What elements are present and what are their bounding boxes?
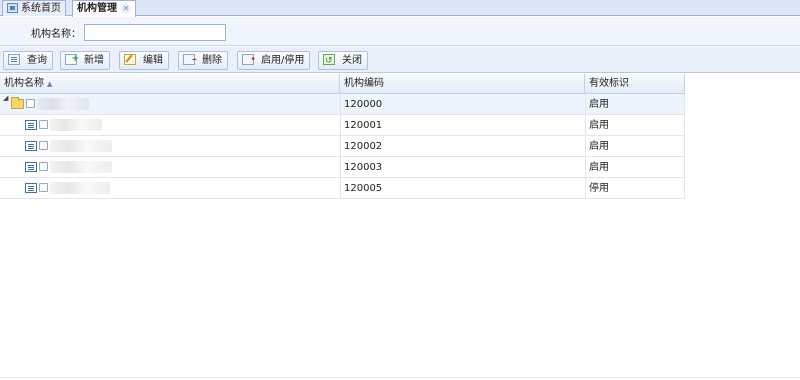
close-tab-icon[interactable]: ✕: [121, 4, 131, 14]
tab-bar: 系统首页 机构管理 ✕: [0, 0, 800, 17]
toolbar: 查询 新增 编辑 删除 启用/停用 关闭: [0, 47, 800, 73]
org-name-redacted: [50, 140, 112, 152]
status-flag: 启用: [589, 120, 609, 131]
delete-button[interactable]: 删除: [178, 51, 228, 70]
add-label: 新增: [84, 55, 104, 66]
row-checkbox[interactable]: [26, 99, 35, 108]
query-icon: [8, 54, 20, 65]
close-label: 关闭: [342, 55, 362, 66]
org-code: 120002: [344, 141, 383, 152]
column-header-name[interactable]: 机构名称 ▲: [0, 74, 340, 94]
query-button[interactable]: 查询: [3, 51, 53, 70]
status-flag: 启用: [589, 99, 609, 110]
org-name-label: 机构名称：: [31, 29, 81, 40]
org-code: 120001: [344, 120, 383, 131]
toggle-status-button[interactable]: 启用/停用: [237, 51, 311, 70]
query-label: 查询: [27, 55, 47, 66]
row-checkbox[interactable]: [39, 162, 48, 171]
tab-org-management[interactable]: 机构管理 ✕: [72, 0, 136, 17]
grid-header: 机构名称 ▲ 机构编码 有效标识: [0, 74, 685, 94]
toggle-status-icon: [242, 51, 256, 68]
org-node-icon: [25, 120, 37, 130]
column-header-flag[interactable]: 有效标识: [585, 74, 685, 94]
close-icon: [323, 53, 335, 70]
org-name-redacted: [50, 161, 112, 173]
collapse-arrow-icon[interactable]: ◢: [3, 94, 8, 102]
row-checkbox[interactable]: [39, 120, 48, 129]
search-panel: 机构名称：: [0, 17, 800, 46]
org-code: 120005: [344, 183, 383, 194]
tab-home[interactable]: 系统首页: [2, 0, 66, 16]
org-code: 120003: [344, 162, 383, 173]
delete-label: 删除: [202, 55, 222, 66]
add-button[interactable]: 新增: [60, 51, 110, 70]
org-name-input[interactable]: [84, 24, 226, 41]
row-checkbox[interactable]: [39, 141, 48, 150]
toggle-status-label: 启用/停用: [261, 55, 305, 66]
column-header-code[interactable]: 机构编码: [340, 74, 585, 94]
status-flag: 启用: [589, 141, 609, 152]
edit-button[interactable]: 编辑: [119, 51, 169, 70]
table-row[interactable]: 120005 停用: [0, 178, 685, 199]
add-icon: [65, 51, 79, 68]
delete-icon: [183, 51, 197, 68]
status-flag: 启用: [589, 162, 609, 173]
org-node-icon: [25, 141, 37, 151]
org-code: 120000: [344, 99, 383, 110]
edit-icon: [124, 54, 136, 65]
bottom-divider: [0, 377, 800, 378]
org-name-redacted: [50, 182, 110, 194]
home-icon: [7, 3, 18, 13]
org-tree-grid: 机构名称▲ 机构编码 有效标识 ◢ 120000 启用 120001 启用 1: [0, 74, 685, 199]
row-checkbox[interactable]: [39, 183, 48, 192]
edit-label: 编辑: [143, 55, 163, 66]
status-flag: 停用: [589, 183, 609, 194]
org-name-redacted: [50, 119, 102, 131]
close-button[interactable]: 关闭: [318, 51, 368, 70]
folder-icon: [11, 97, 24, 109]
org-node-icon: [25, 162, 37, 172]
tab-org-label: 机构管理: [77, 3, 117, 14]
table-row[interactable]: 120003 启用: [0, 157, 685, 178]
table-row[interactable]: 120002 启用: [0, 136, 685, 157]
sort-asc-icon: ▲: [47, 80, 53, 88]
org-node-icon: [25, 183, 37, 193]
table-row[interactable]: ◢ 120000 启用: [0, 94, 685, 115]
table-row[interactable]: 120001 启用: [0, 115, 685, 136]
org-name-redacted: [37, 98, 89, 110]
tab-home-label: 系统首页: [21, 3, 61, 14]
